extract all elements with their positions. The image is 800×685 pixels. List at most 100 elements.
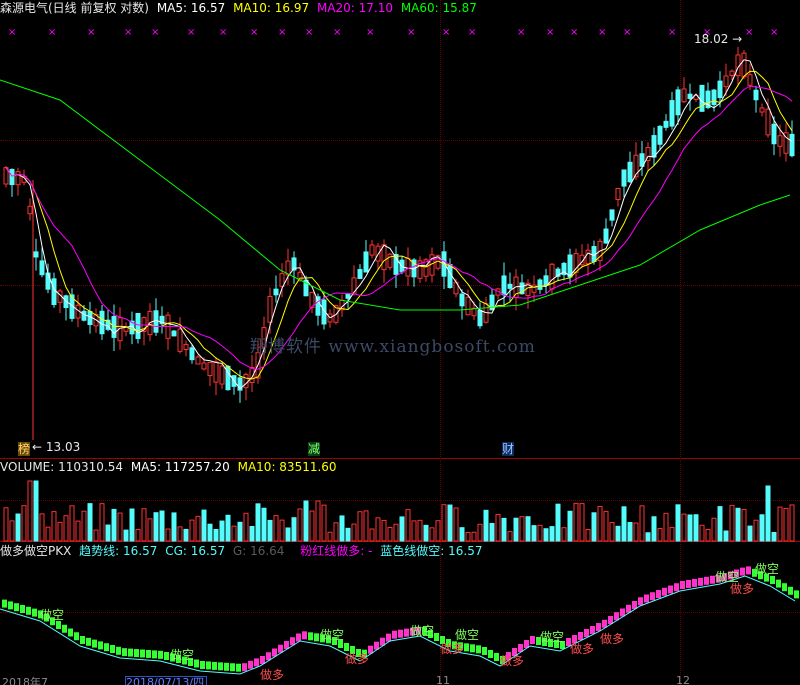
candle-body xyxy=(765,108,771,136)
candle-body xyxy=(279,273,285,287)
candle-body xyxy=(219,365,225,385)
volume-bar xyxy=(681,513,687,542)
volume-bar xyxy=(27,480,33,542)
signal-short-label: 做空 xyxy=(40,608,65,622)
signal-short-label: 做空 xyxy=(410,624,435,638)
indicator-block xyxy=(92,639,97,648)
event-marker-x: × xyxy=(517,27,525,38)
candle-body xyxy=(189,347,195,361)
volume-bar xyxy=(789,504,795,542)
indicator-block xyxy=(434,633,439,641)
volume-bar xyxy=(609,522,615,542)
indicator-block xyxy=(14,603,19,612)
indicator-block xyxy=(110,645,115,653)
candle-body xyxy=(603,228,609,244)
volume-bar xyxy=(327,531,333,542)
event-marker-x: × xyxy=(333,27,341,38)
candle-body xyxy=(663,120,669,128)
event-tag-reduce[interactable]: 减 xyxy=(308,442,321,456)
volume-bar xyxy=(639,505,645,542)
candle-body xyxy=(363,251,369,273)
volume-bar xyxy=(33,480,39,542)
candle-body xyxy=(615,187,621,201)
volume-bar xyxy=(75,520,81,542)
indicator-block xyxy=(20,605,25,613)
candle-body xyxy=(465,296,471,316)
event-marker-x: × xyxy=(250,27,258,38)
volume-bar xyxy=(603,510,609,542)
indicator-block xyxy=(104,643,109,652)
event-marker-x: × xyxy=(570,27,578,38)
candle-body xyxy=(315,296,321,316)
volume-bar xyxy=(663,512,669,542)
volume-bar xyxy=(225,514,231,542)
volume-bar xyxy=(267,519,273,542)
indicator-block xyxy=(122,648,127,657)
volume-bar xyxy=(153,512,159,542)
candle-body xyxy=(87,310,93,326)
candle-body xyxy=(501,275,507,296)
candle-body xyxy=(681,88,687,103)
indicator-block xyxy=(788,586,793,595)
volume-bar xyxy=(417,519,423,542)
indicator-block xyxy=(470,644,475,653)
volume-bar xyxy=(105,524,111,542)
volume-bar xyxy=(177,526,183,542)
volume-bar xyxy=(45,526,51,542)
indicator-block xyxy=(770,576,775,584)
volume-bar xyxy=(63,515,69,542)
volume-bar xyxy=(393,523,399,542)
candle-body xyxy=(243,373,249,389)
volume-bar xyxy=(93,529,99,542)
volume-bar xyxy=(375,517,381,542)
signal-short-label: 做空 xyxy=(320,628,345,642)
candle-body xyxy=(723,75,729,88)
volume-bar xyxy=(549,526,555,542)
event-tag-rank[interactable]: 榜 xyxy=(18,442,31,456)
indicator-block xyxy=(656,590,661,598)
candle-body xyxy=(27,205,33,215)
signal-short-label: 做空 xyxy=(755,562,780,576)
volume-bar xyxy=(147,518,153,542)
indicator-block xyxy=(242,663,247,672)
candle-body xyxy=(459,293,465,307)
volume-bar xyxy=(159,510,165,542)
volume-bar xyxy=(717,506,723,542)
volume-bar xyxy=(315,500,321,542)
candle-body xyxy=(747,74,753,86)
indicator-block xyxy=(248,660,253,669)
stock-chart-window[interactable]: 森源电气(日线 前复权 对数) MA5: 16.57 MA10: 16.97 M… xyxy=(0,0,800,685)
volume-bar xyxy=(483,509,489,542)
indicator-block xyxy=(794,590,799,599)
candle-body xyxy=(267,295,273,323)
indicator-block xyxy=(776,579,781,588)
candle-body xyxy=(777,135,783,147)
indicator-block xyxy=(206,661,211,670)
volume-bar xyxy=(759,514,765,542)
candle-body xyxy=(9,168,15,186)
event-marker-x: × xyxy=(623,27,631,38)
volume-bar xyxy=(735,507,741,542)
candle-body xyxy=(585,249,591,265)
date-axis-selected[interactable]: 2018/07/13/四 xyxy=(125,676,207,685)
volume-bar xyxy=(51,511,57,542)
volume-bar xyxy=(447,504,453,542)
candle-body xyxy=(177,328,183,352)
signal-long-label: 做多 xyxy=(500,654,525,668)
volume-bar xyxy=(129,508,135,542)
volume-bar xyxy=(273,515,279,542)
candle-body xyxy=(15,171,21,186)
volume-bar xyxy=(201,509,207,542)
event-marker-x: × xyxy=(219,27,227,38)
volume-bar xyxy=(321,504,327,542)
volume-bar xyxy=(333,522,339,542)
volume-bar xyxy=(411,520,417,542)
volume-bar xyxy=(117,512,123,542)
indicator-block xyxy=(146,649,151,658)
event-marker-x: × xyxy=(48,27,56,38)
event-tag-finance[interactable]: 财 xyxy=(502,442,515,456)
candle-body xyxy=(507,283,513,289)
indicator-block xyxy=(392,630,397,639)
volume-bar xyxy=(291,517,297,542)
candle-body xyxy=(357,269,363,279)
